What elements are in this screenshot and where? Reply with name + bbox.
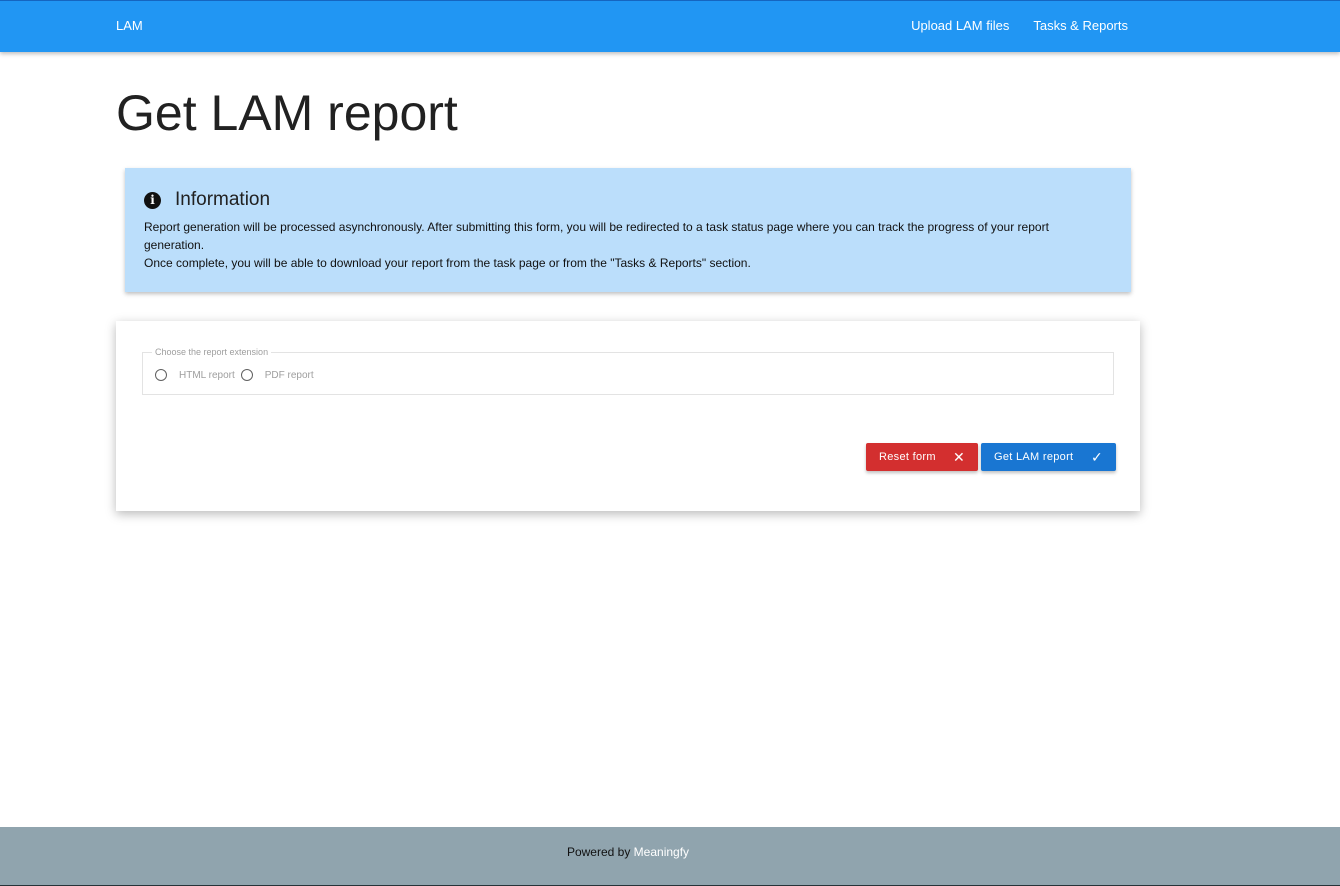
information-panel: i Information Report generation will be … <box>125 168 1131 292</box>
reset-form-label: Reset form <box>879 451 936 463</box>
top-navbar: LAM Upload LAM files Tasks & Reports <box>0 0 1340 52</box>
nav-tasks-reports[interactable]: Tasks & Reports <box>1033 18 1128 33</box>
information-line-2: Once complete, you will be able to downl… <box>144 256 751 270</box>
footer: Powered by Meaningfy <box>0 827 1340 886</box>
information-text: Report generation will be processed asyn… <box>144 218 1112 272</box>
information-header: i Information <box>144 189 1112 211</box>
information-title: Information <box>175 189 271 210</box>
report-extension-fieldset: Choose the report extension HTML report … <box>142 347 1114 395</box>
page-title: Get LAM report <box>116 85 458 141</box>
close-icon: ✕ <box>952 449 965 465</box>
footer-text: Powered by Meaningfy <box>0 845 1256 859</box>
nav-links: Upload LAM files Tasks & Reports <box>911 18 1128 33</box>
radio-button-icon[interactable] <box>155 369 167 381</box>
report-form-card: Choose the report extension HTML report … <box>116 321 1140 511</box>
footer-prefix: Powered by <box>566 845 631 859</box>
get-lam-report-button[interactable]: Get LAM report ✓ <box>981 443 1116 471</box>
radio-html-label[interactable]: HTML report <box>179 370 235 381</box>
information-line-1: Report generation will be processed asyn… <box>144 220 1049 252</box>
report-extension-options: HTML report PDF report <box>155 369 320 381</box>
check-icon: ✓ <box>1090 449 1103 465</box>
info-circle-icon: i <box>144 191 161 209</box>
footer-meaningfy-link[interactable]: Meaningfy <box>634 845 689 859</box>
report-extension-legend: Choose the report extension <box>152 347 272 357</box>
radio-button-icon[interactable] <box>240 369 253 381</box>
brand-link[interactable]: LAM <box>116 18 143 33</box>
radio-html-report[interactable]: HTML report <box>155 369 235 381</box>
reset-form-button[interactable]: Reset form ✕ <box>866 443 978 471</box>
radio-pdf-report[interactable]: PDF report <box>240 369 314 381</box>
radio-pdf-label[interactable]: PDF report <box>265 370 314 381</box>
nav-upload-lam-files[interactable]: Upload LAM files <box>911 18 1009 33</box>
get-lam-report-label: Get LAM report <box>994 451 1074 463</box>
